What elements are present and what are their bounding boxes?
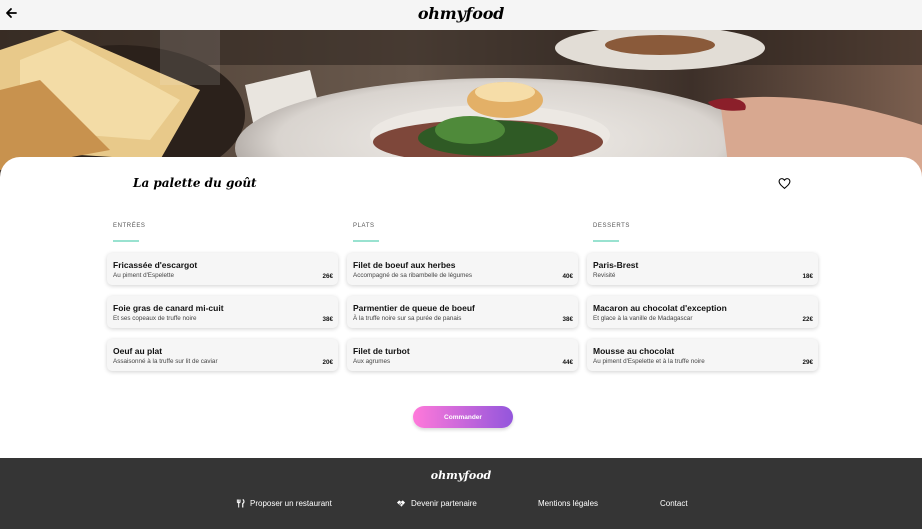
dish-name: Foie gras de canard mi-cuit xyxy=(113,303,224,313)
footer-link-label: Mentions légales xyxy=(538,499,599,508)
dish-name: Paris-Brest xyxy=(593,260,639,270)
header: ohmyfood xyxy=(0,0,922,30)
column-heading: DESSERTS xyxy=(593,223,631,229)
footer-link-label: Devenir partenaire xyxy=(411,499,477,508)
footer-link-label: Proposer un restaurant xyxy=(250,499,332,508)
dish-price: 26€ xyxy=(322,273,333,280)
dish-name: Filet de boeuf aux herbes xyxy=(353,260,456,270)
footer-link-legal-notice[interactable]: Mentions légales xyxy=(538,499,598,508)
dish-name: Oeuf au plat xyxy=(113,346,163,356)
menu-item[interactable]: Mousse au chocolat Au piment d'Espelette… xyxy=(587,339,818,371)
menu-item[interactable]: Oeuf au plat Assaisonné à la truffe sur … xyxy=(107,339,338,371)
dish-description: Au piment d'Espelette et à la truffe noi… xyxy=(593,358,705,365)
dish-description: Accompagné de sa ribambelle de légumes xyxy=(353,272,473,279)
dish-description: À la truffe noire sur sa purée de panais xyxy=(353,315,462,322)
dish-price: 22€ xyxy=(802,316,813,323)
dish-price: 40€ xyxy=(562,273,573,280)
footer: ohmyfood Proposer un restaurant Devenir … xyxy=(0,458,922,529)
handshake-icon xyxy=(396,500,406,507)
dish-name: Mousse au chocolat xyxy=(593,346,675,356)
menu-item[interactable]: Fricassée d'escargot Au piment d'Espelet… xyxy=(107,253,338,285)
dish-name: Parmentier de queue de boeuf xyxy=(353,303,475,313)
menu-item[interactable]: Macaron au chocolat d'exception Et glace… xyxy=(587,296,818,328)
dish-price: 38€ xyxy=(562,316,573,323)
footer-link-propose-restaurant[interactable]: Proposer un restaurant xyxy=(236,499,332,508)
dish-price: 29€ xyxy=(802,359,813,366)
footer-link-label: Contact xyxy=(660,499,688,508)
dish-description: Et glace à la vanille de Madagascar xyxy=(593,315,693,322)
footer-link-contact[interactable]: Contact xyxy=(660,499,688,508)
dish-description: Revisité xyxy=(593,272,616,279)
menu-item[interactable]: Foie gras de canard mi-cuit Et ses copea… xyxy=(107,296,338,328)
footer-logo[interactable]: ohmyfood xyxy=(0,469,922,482)
dish-name: Macaron au chocolat d'exception xyxy=(593,303,727,313)
dish-description: Aux agrumes xyxy=(353,358,391,365)
restaurant-title: La palette du goût xyxy=(133,176,257,190)
dish-price: 20€ xyxy=(322,359,333,366)
app-logo[interactable]: ohmyfood xyxy=(0,4,922,23)
heart-icon[interactable] xyxy=(778,177,791,190)
menu-item[interactable]: Filet de boeuf aux herbes Accompagné de … xyxy=(347,253,578,285)
menu-item[interactable]: Paris-Brest Revisité 18€ xyxy=(587,253,818,285)
menu-column-entrees: ENTRÉES Fricassée d'escargot Au piment d… xyxy=(107,223,338,371)
dish-name: Fricassée d'escargot xyxy=(113,260,198,270)
dish-description: Au piment d'Espelette xyxy=(113,272,175,279)
dish-name: Filet de turbot xyxy=(353,346,410,356)
menu-item[interactable]: Filet de turbot Aux agrumes 44€ xyxy=(347,339,578,371)
restaurant-menu-card: La palette du goût ENTRÉES Fricassée d'e… xyxy=(0,157,922,458)
dish-price: 44€ xyxy=(562,359,573,366)
footer-link-become-partner[interactable]: Devenir partenaire xyxy=(396,499,477,508)
dish-description: Et ses copeaux de truffe noire xyxy=(113,315,197,322)
column-heading: PLATS xyxy=(353,223,375,229)
menu-column-plats: PLATS Filet de boeuf aux herbes Accompag… xyxy=(347,223,578,371)
order-button[interactable]: Commander xyxy=(413,406,513,428)
menu-column-desserts: DESSERTS Paris-Brest Revisité 18€ Macaro… xyxy=(587,223,818,371)
menu-item[interactable]: Parmentier de queue de boeuf À la truffe… xyxy=(347,296,578,328)
dish-description: Assaisonné à la truffe sur lit de caviar xyxy=(113,358,218,365)
column-heading: ENTRÉES xyxy=(113,223,146,229)
utensils-icon xyxy=(236,499,245,508)
dish-price: 38€ xyxy=(322,316,333,323)
dish-price: 18€ xyxy=(802,273,813,280)
